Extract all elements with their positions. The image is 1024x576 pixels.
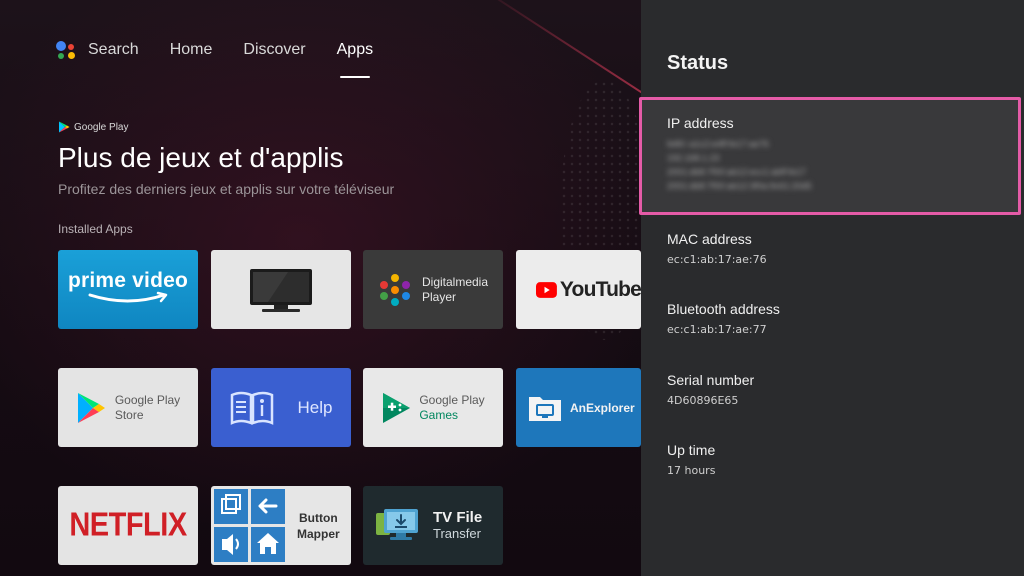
google-play-badge: Google Play bbox=[58, 121, 128, 133]
status-item-up-time[interactable]: Up time 17 hours bbox=[641, 442, 1024, 477]
bluetooth-address-value: ec:c1:ab:17:ae:77 bbox=[667, 323, 767, 336]
folder-tv-icon bbox=[529, 396, 561, 421]
serial-number-label: Serial number bbox=[667, 372, 755, 388]
app-tile-anexplorer[interactable]: AnExplorer bbox=[516, 368, 641, 447]
nav-discover[interactable]: Discover bbox=[243, 41, 305, 59]
play-store-label-line2: Store bbox=[114, 407, 144, 422]
ip-address-line: fe80::a1c2:e4ff:fe17:ae76 bbox=[667, 139, 769, 149]
status-panel: Status IP address fe80::a1c2:e4ff:fe17:a… bbox=[639, 0, 1024, 576]
button-mapper-label-line1: Button bbox=[299, 510, 338, 525]
app-tile-button-mapper[interactable]: Button Mapper bbox=[211, 486, 351, 565]
digitalmedia-label-line1: Digitalmedia bbox=[421, 274, 489, 289]
status-item-mac-address[interactable]: MAC address ec:c1:ab:17:ae:76 bbox=[641, 231, 1024, 266]
netflix-logo-text: NETFLIX bbox=[69, 506, 187, 544]
ip-address-line: 2001:db8:7f00:ab12:ecc1:abff:fe17 bbox=[667, 167, 806, 177]
tv-file-label-line1: TV File bbox=[433, 509, 483, 526]
button-mapper-icon bbox=[214, 489, 285, 562]
nav-home[interactable]: Home bbox=[170, 41, 213, 59]
google-play-store-icon bbox=[77, 392, 105, 423]
app-tile-netflix[interactable]: NETFLIX bbox=[58, 486, 198, 565]
top-navigation: Search Home Discover Apps bbox=[56, 30, 404, 78]
play-games-label-line2: Games bbox=[419, 407, 458, 422]
google-play-games-icon bbox=[383, 392, 411, 423]
ip-address-label: IP address bbox=[667, 115, 734, 131]
app-tile-tv-file-transfer[interactable]: TV File Transfer bbox=[363, 486, 503, 565]
background-accent-line bbox=[469, 0, 656, 102]
google-play-icon bbox=[59, 121, 70, 133]
app-tile-google-play-games[interactable]: Google Play Games bbox=[363, 368, 503, 447]
play-store-label-line1: Google Play bbox=[114, 392, 181, 407]
app-tile-youtube[interactable]: YouTube bbox=[516, 250, 641, 329]
bluetooth-address-label: Bluetooth address bbox=[667, 301, 780, 317]
youtube-play-icon bbox=[536, 281, 557, 298]
tv-file-transfer-icon bbox=[376, 508, 418, 540]
app-tile-live-tv[interactable] bbox=[211, 250, 351, 329]
installed-apps-heading: Installed Apps bbox=[58, 222, 133, 236]
banner-title: Plus de jeux et d'applis bbox=[58, 142, 344, 173]
up-time-label: Up time bbox=[667, 442, 716, 458]
panel-title: Status bbox=[667, 52, 729, 74]
help-label: Help bbox=[297, 397, 333, 417]
app-tile-help[interactable]: Help bbox=[211, 368, 351, 447]
app-tile-google-play-store[interactable]: Google Play Store bbox=[58, 368, 198, 447]
nav-apps[interactable]: Apps bbox=[337, 41, 373, 78]
tv-file-label-line2: Transfer bbox=[433, 526, 481, 541]
app-tile-prime-video[interactable]: prime video bbox=[58, 250, 198, 329]
ip-address-values: fe80::a1c2:e4ff:fe17:ae76 192.168.1.23 2… bbox=[667, 137, 1018, 193]
google-assistant-icon[interactable] bbox=[56, 39, 78, 61]
digitalmedia-label-line2: Player bbox=[421, 289, 456, 304]
television-icon bbox=[250, 268, 312, 312]
mac-address-value: ec:c1:ab:17:ae:76 bbox=[667, 253, 767, 266]
up-time-value: 17 hours bbox=[667, 464, 716, 477]
ip-address-line: 192.168.1.23 bbox=[667, 153, 720, 163]
ip-address-line: 2001:db8:7f00:ab12:3f0a:9c61:20d5 bbox=[667, 181, 812, 191]
status-item-serial-number[interactable]: Serial number 4D60896E65 bbox=[641, 372, 1024, 407]
youtube-logo-text: YouTube bbox=[559, 277, 641, 301]
mac-address-label: MAC address bbox=[667, 231, 752, 247]
banner-subtitle: Profitez des derniers jeux et applis sur… bbox=[58, 181, 395, 197]
button-mapper-label-line2: Mapper bbox=[297, 526, 340, 541]
anexplorer-label: AnExplorer bbox=[570, 400, 635, 415]
help-book-icon bbox=[230, 391, 273, 425]
serial-number-value: 4D60896E65 bbox=[667, 394, 739, 407]
prime-smile-icon bbox=[88, 291, 168, 302]
digitalmedia-player-icon bbox=[379, 273, 410, 306]
status-item-ip-address[interactable]: IP address fe80::a1c2:e4ff:fe17:ae76 192… bbox=[639, 97, 1021, 215]
nav-search[interactable]: Search bbox=[88, 41, 139, 59]
status-item-bluetooth-address[interactable]: Bluetooth address ec:c1:ab:17:ae:77 bbox=[641, 301, 1024, 336]
google-play-brand-text: Google Play bbox=[74, 121, 129, 133]
play-games-label-line1: Google Play bbox=[419, 392, 485, 407]
app-tile-digitalmedia-player[interactable]: Digitalmedia Player bbox=[363, 250, 503, 329]
prime-video-logo-text: prime video bbox=[67, 268, 189, 292]
